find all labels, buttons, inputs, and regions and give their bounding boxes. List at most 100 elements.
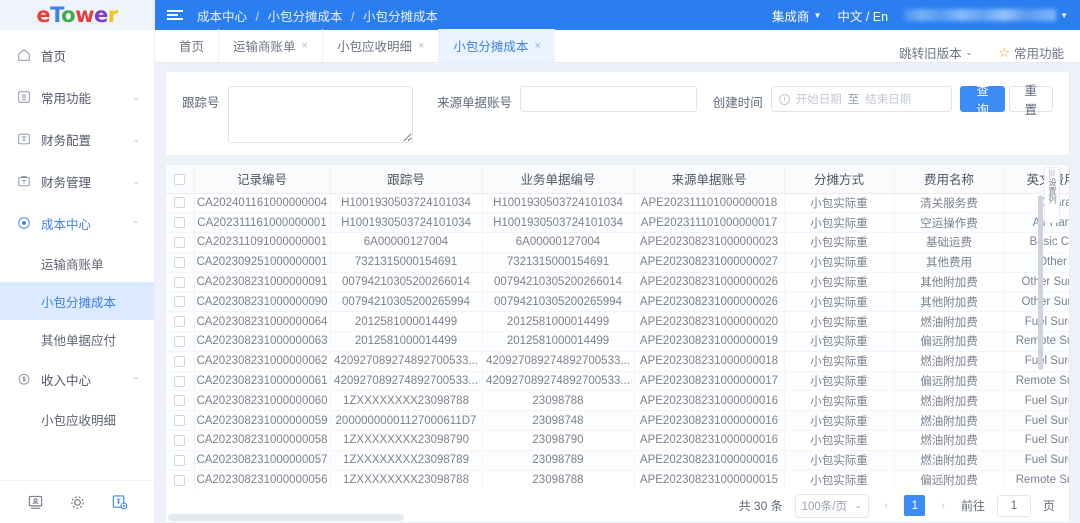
table-row[interactable]: CA202401161000000004 H1001930503724101034…	[166, 193, 1069, 214]
table-row[interactable]: CA202309251000000001 7321315000154691 7321…	[166, 252, 1069, 273]
currency-settings-icon[interactable]	[111, 494, 128, 511]
sidebar-subitem-other-payable[interactable]: 其他单据应付	[0, 320, 154, 358]
row-checkbox[interactable]	[174, 355, 186, 367]
table-row[interactable]: CA202308231000000062 42092708927489270053…	[166, 351, 1069, 372]
row-checkbox[interactable]	[174, 454, 186, 466]
row-checkbox[interactable]	[174, 395, 186, 407]
language-switcher[interactable]: 中文 / En	[837, 6, 888, 25]
page-number-1[interactable]: 1	[904, 495, 926, 516]
table-row[interactable]: CA202308231000000057 1ZXXXXXXXX23098789 23…	[166, 450, 1069, 471]
hamburger-icon[interactable]	[167, 10, 183, 20]
cell-fee-name-en: Other Surcharge	[1004, 272, 1069, 293]
vertical-scrollbar[interactable]	[1038, 195, 1043, 370]
table-row[interactable]: CA202308231000000061 42092708927489270053…	[166, 371, 1069, 392]
table-row[interactable]: CA202311091000000001 6A00000127004 6A00000…	[166, 232, 1069, 253]
breadcrumb-item-2[interactable]: 小包分摊成本	[267, 10, 342, 24]
row-checkbox[interactable]	[174, 375, 186, 387]
table-row[interactable]: CA202308231000000090 00794210305200265994…	[166, 291, 1069, 313]
sidebar-item-finance-manage[interactable]: 财务管理 ⌄	[0, 160, 154, 202]
select-all-checkbox[interactable]	[174, 173, 186, 185]
table-row[interactable]: CA202308231000000059 20000000001127000611…	[166, 410, 1069, 432]
sidebar-item-income-center[interactable]: 收入中心 ⌄	[0, 358, 154, 400]
close-icon[interactable]: ×	[418, 40, 424, 52]
table-row[interactable]: CA202308231000000063 2012581000014499 2012…	[166, 331, 1069, 352]
tab-parcel-receivable-detail[interactable]: 小包应收明细 ×	[323, 29, 440, 62]
cell-allocation-method: 小包实际重	[784, 232, 895, 253]
tab-bar: 首页 运输商账单 × 小包应收明细 × 小包分摊成本 × 跳转旧版本 ⌄ ☆ 常…	[155, 29, 1080, 63]
column-config-button[interactable]: ||| 设置列	[1044, 167, 1060, 223]
close-icon[interactable]: ×	[534, 40, 540, 52]
column-header-fee-name[interactable]: 费用名称	[894, 165, 1005, 194]
breadcrumb-separator: /	[255, 9, 259, 24]
row-checkbox[interactable]	[174, 236, 186, 248]
breadcrumb-item-1[interactable]: 成本中心	[197, 10, 247, 24]
monitor-user-icon[interactable]	[27, 494, 44, 511]
goto-page-input[interactable]: 1	[996, 494, 1031, 517]
breadcrumb-item-3[interactable]: 小包分摊成本	[363, 10, 438, 24]
star-box-icon	[14, 89, 34, 105]
column-header-source-account[interactable]: 来源单据账号	[634, 165, 785, 194]
row-checkbox[interactable]	[174, 415, 186, 427]
row-checkbox[interactable]	[174, 197, 186, 209]
logo[interactable]: eTower	[0, 0, 154, 30]
row-checkbox[interactable]	[174, 276, 186, 288]
table-row[interactable]: CA202308231000000091 00794210305200266014…	[166, 272, 1069, 293]
row-checkbox[interactable]	[174, 217, 186, 229]
table-row[interactable]: CA202311161000000001 H1001930503724101034…	[166, 212, 1069, 234]
source-account-input[interactable]	[519, 86, 697, 112]
row-select-cell	[166, 212, 195, 234]
data-table: 记录编号 跟踪号 业务单据编号 来源单据账号 分摊方式 费用名称 英文费用名称 …	[166, 165, 1069, 489]
cell-record-no: CA202308231000000056	[194, 470, 331, 489]
column-header-biz-no[interactable]: 业务单据编号	[482, 165, 635, 194]
cell-source-account: APE202308231000000026	[634, 291, 785, 313]
date-range-picker[interactable]: 开始日期 至 结束日期	[770, 86, 952, 112]
tracking-no-input[interactable]	[227, 86, 413, 143]
resize-handle-icon[interactable]: ⤡	[1054, 398, 1061, 409]
cell-tracking-no: 20000000001127000611D7	[330, 410, 483, 432]
close-icon[interactable]: ×	[302, 40, 308, 52]
cell-source-account: APE202308231000000019	[634, 331, 785, 352]
tab-parcel-allocated-cost[interactable]: 小包分摊成本 ×	[439, 29, 555, 62]
next-page-button[interactable]: ›	[937, 500, 949, 512]
column-header-allocation-method[interactable]: 分摊方式	[784, 165, 895, 194]
sidebar-item-common-functions[interactable]: 常用功能 ⌄	[0, 76, 154, 118]
row-checkbox[interactable]	[174, 316, 186, 328]
favorites-button[interactable]: ☆ 常用功能	[998, 43, 1064, 62]
row-checkbox[interactable]	[174, 335, 186, 347]
row-checkbox[interactable]	[174, 474, 186, 486]
row-checkbox[interactable]	[174, 256, 186, 268]
prev-page-button[interactable]: ‹	[881, 500, 893, 512]
tab-carrier-bill[interactable]: 运输商账单 ×	[219, 29, 323, 62]
page-content: 跟踪号 来源单据账号 创建时间 开始日期 至 结束日期 查询 重置 记录编号 跟…	[155, 63, 1080, 523]
cell-biz-no: H1001930503724101034	[482, 193, 635, 214]
table-row[interactable]: CA202308231000000064 2012581000014499 2012…	[166, 311, 1069, 333]
table-row[interactable]: CA202308231000000056 1ZXXXXXXXX23098788 23…	[166, 470, 1069, 489]
tab-home[interactable]: 首页	[165, 29, 220, 62]
gear-icon[interactable]	[69, 494, 86, 511]
select-all-header	[166, 165, 195, 194]
horizontal-scrollbar[interactable]	[168, 514, 404, 521]
reset-button[interactable]: 重置	[1008, 84, 1054, 117]
column-header-record-no[interactable]: 记录编号	[194, 165, 331, 194]
sidebar-item-finance-config[interactable]: 财务配置 ⌄	[0, 118, 154, 160]
sidebar-item-home[interactable]: 首页	[0, 34, 154, 76]
row-checkbox[interactable]	[174, 296, 186, 308]
integrator-selector[interactable]: 集成商 ▼	[772, 6, 821, 25]
page-size-select[interactable]: 100条/页 ⌄	[794, 493, 869, 518]
column-header-tracking-no[interactable]: 跟踪号	[330, 165, 483, 194]
legacy-version-button[interactable]: 跳转旧版本 ⌄	[899, 43, 972, 62]
chevron-down-icon: ▼	[813, 10, 822, 20]
row-checkbox[interactable]	[174, 434, 186, 446]
sidebar-subitem-parcel-receivable-detail[interactable]: 小包应收明细	[0, 400, 154, 438]
search-button[interactable]: 查询	[960, 84, 1005, 117]
grip-icon: |||	[1048, 170, 1056, 177]
user-menu[interactable]: ▼	[904, 9, 1068, 21]
cell-allocation-method: 小包实际重	[784, 351, 895, 372]
sidebar-item-cost-center[interactable]: 成本中心 ⌄	[0, 202, 154, 244]
sidebar-subitem-carrier-bill[interactable]: 运输商账单	[0, 244, 154, 282]
row-select-cell	[166, 291, 195, 313]
table-row[interactable]: CA202308231000000060 1ZXXXXXXXX23098788 23…	[166, 390, 1069, 412]
cost-center-icon	[14, 215, 34, 231]
table-row[interactable]: CA202308231000000058 1ZXXXXXXXX23098790 23…	[166, 430, 1069, 451]
sidebar-subitem-parcel-allocated-cost[interactable]: 小包分摊成本	[0, 282, 154, 320]
